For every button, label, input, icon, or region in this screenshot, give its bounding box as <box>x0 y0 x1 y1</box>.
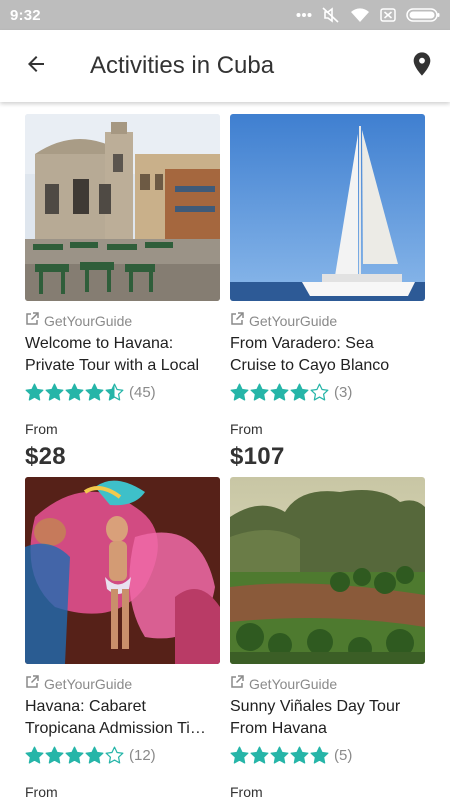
price-from-label: From <box>230 784 263 800</box>
provider-name: GetYourGuide <box>44 676 133 692</box>
wifi-icon <box>350 7 370 23</box>
provider: GetYourGuide <box>230 674 425 694</box>
rating: (5) <box>230 744 425 766</box>
star-filled-icon <box>25 746 44 764</box>
star-empty-icon <box>310 383 329 401</box>
star-filled-icon <box>45 383 64 401</box>
status-bar: 9:32 <box>0 0 450 30</box>
star-filled-icon <box>250 383 269 401</box>
sim-off-icon <box>380 8 396 22</box>
star-rating <box>25 746 124 765</box>
provider: GetYourGuide <box>230 311 425 331</box>
arrow-left-icon <box>24 52 48 81</box>
external-link-icon <box>230 311 244 331</box>
provider-name: GetYourGuide <box>44 313 133 329</box>
star-rating <box>230 383 329 402</box>
activity-title-line: Havana: Cabaret <box>25 698 146 715</box>
activity-card-tropicana-cabaret[interactable]: GetYourGuide Havana: Cabaret Tropicana A… <box>25 477 220 800</box>
activity-title-line: Welcome to Havana: <box>25 335 174 352</box>
price-from-label: From <box>25 421 58 437</box>
star-filled-icon <box>65 383 84 401</box>
activity-card-vinales-day-tour[interactable]: GetYourGuide Sunny Viñales Day Tour From… <box>230 477 425 800</box>
back-button[interactable] <box>0 30 72 102</box>
activity-title: Sunny Viñales Day Tour From Havana <box>230 696 425 740</box>
price-from-label: From <box>25 784 58 800</box>
rating: (12) <box>25 744 220 766</box>
price: $107 <box>230 443 285 470</box>
review-count: (5) <box>334 746 353 764</box>
star-filled-icon <box>310 746 329 764</box>
activity-image <box>25 114 220 301</box>
mute-icon <box>322 7 340 23</box>
review-count: (3) <box>334 383 353 401</box>
star-filled-icon <box>290 383 309 401</box>
rating: (45) <box>25 381 220 403</box>
star-filled-icon <box>25 383 44 401</box>
location-pin-icon <box>412 51 432 82</box>
star-filled-icon <box>250 746 269 764</box>
activity-image <box>25 477 220 664</box>
activity-title: Havana: Cabaret Tropicana Admission Ti… <box>25 696 220 740</box>
rating: (3) <box>230 381 425 403</box>
provider-name: GetYourGuide <box>249 313 338 329</box>
page-title: Activities in Cuba <box>90 52 275 79</box>
external-link-icon <box>230 674 244 694</box>
star-empty-icon <box>105 746 124 764</box>
star-filled-icon <box>290 746 309 764</box>
star-filled-icon <box>85 746 104 764</box>
star-rating <box>230 746 329 765</box>
activity-image <box>230 477 425 664</box>
activity-title: From Varadero: Sea Cruise to Cayo Blanco <box>230 333 425 377</box>
activity-card-cayo-blanco-cruise[interactable]: GetYourGuide From Varadero: Sea Cruise t… <box>230 114 425 471</box>
provider-name: GetYourGuide <box>249 676 338 692</box>
status-icons <box>296 7 440 23</box>
activity-grid: GetYourGuide Welcome to Havana: Private … <box>0 102 450 800</box>
status-time: 9:32 <box>10 6 41 24</box>
activity-image <box>230 114 425 301</box>
activity-title-line: Private Tour with a Local <box>25 357 200 374</box>
activity-title-line: Tropicana Admission Ti… <box>25 720 206 737</box>
star-filled-icon <box>65 746 84 764</box>
battery-icon <box>406 8 440 22</box>
star-filled-icon <box>270 746 289 764</box>
activity-title-line: From Havana <box>230 720 327 737</box>
provider: GetYourGuide <box>25 674 220 694</box>
activity-title-line: Cruise to Cayo Blanco <box>230 357 390 374</box>
star-half-icon <box>105 383 124 401</box>
provider: GetYourGuide <box>25 311 220 331</box>
star-rating <box>25 383 124 402</box>
activity-title: Welcome to Havana: Private Tour with a L… <box>25 333 220 377</box>
app-bar: Activities in Cuba <box>0 30 450 102</box>
activity-card-havana-private-tour[interactable]: GetYourGuide Welcome to Havana: Private … <box>25 114 220 471</box>
review-count: (12) <box>129 746 156 764</box>
star-filled-icon <box>270 383 289 401</box>
star-filled-icon <box>45 746 64 764</box>
map-button[interactable] <box>394 30 450 102</box>
price: $28 <box>25 443 66 470</box>
more-dots-icon <box>296 12 312 18</box>
external-link-icon <box>25 674 39 694</box>
external-link-icon <box>25 311 39 331</box>
star-filled-icon <box>85 383 104 401</box>
star-filled-icon <box>230 746 249 764</box>
star-filled-icon <box>230 383 249 401</box>
activity-title-line: Sunny Viñales Day Tour <box>230 698 401 715</box>
activity-title-line: From Varadero: Sea <box>230 335 374 352</box>
review-count: (45) <box>129 383 156 401</box>
price-from-label: From <box>230 421 263 437</box>
